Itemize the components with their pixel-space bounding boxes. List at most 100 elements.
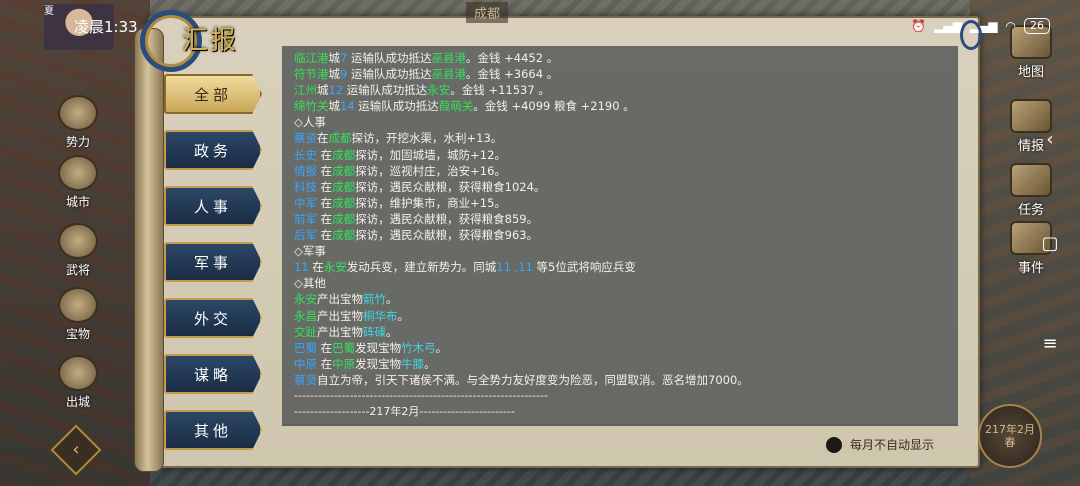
report-segment[interactable]: 巫县港 [431,67,466,81]
auto-show-toggle[interactable]: 每月不自动显示 [826,436,934,453]
report-segment[interactable]: 长史 [294,148,317,162]
report-segment[interactable]: 成都 [332,196,355,210]
report-segment: 在 [317,131,329,146]
tab-diplomacy[interactable]: 外交 [164,298,262,338]
report-segment[interactable]: 砗磲 [363,325,386,339]
report-segment[interactable]: 葭萌关 [439,99,474,113]
nav-back-icon[interactable]: ‹ [1040,130,1060,150]
report-segment: 在 [317,179,333,194]
report-segment[interactable]: 永安 [427,83,450,97]
report-segment[interactable]: 蔡资 [294,131,317,145]
report-line: 永安产出宝物箭竹。 [294,291,958,307]
report-line: 情报 在成都探访，巡视村庄，治安+16。 [294,163,958,179]
report-segment[interactable]: 巫县港 [431,51,466,65]
report-line: 江州城12 运输队成功抵达永安。金钱 +11537 。 [294,82,958,98]
radio-dot-icon[interactable] [826,436,842,453]
report-segment: 在 [317,356,333,371]
report-segment[interactable]: 永昌 [294,309,317,323]
report-line: ◇军事 [294,243,958,259]
report-segment[interactable]: 11 ,11 [496,260,533,274]
report-segment[interactable]: 巴蜀 [294,341,317,355]
report-segment[interactable]: 前军 [294,212,317,226]
report-segment: ◇其他 [294,276,326,291]
menu-general-button[interactable]: 武将 [52,216,104,278]
menu-task-button[interactable]: 任务 [1006,158,1056,218]
report-segment[interactable]: 箭竹 [363,292,386,306]
city-icon [58,155,98,191]
tab-strategy[interactable]: 谋略 [164,354,262,394]
report-segment[interactable]: 永安 [324,260,347,274]
report-segment: 探访，加固城墙，城防+12。 [355,147,506,162]
report-lines: 临江港城7 运输队成功抵达巫县港。金钱 +4452 。符节港城9 运输队成功抵达… [294,50,958,388]
report-segment: 探访，巡视村庄，治安+16。 [355,163,506,178]
report-line: 绵竹关城14 运输队成功抵达葭萌关。金钱 +4099 粮食 +2190 。 [294,98,958,114]
report-segment[interactable]: 临江港 [294,51,329,65]
report-line: 科技 在成都探访，遇民众献粮，获得粮食1024。 [294,179,958,195]
report-segment[interactable]: 符节港 [294,67,329,81]
report-segment[interactable]: 竹木弓 [401,341,436,355]
report-line: 11 在永安发动兵变，建立新势力。同城11 ,11 等5位武将响应兵变 [294,259,958,275]
report-segment[interactable]: 巴蜀 [332,341,355,355]
report-segment[interactable]: 江州 [294,83,317,97]
report-segment[interactable]: 成都 [332,228,355,242]
report-segment[interactable]: 蔡贤 [294,373,317,387]
report-segment[interactable]: 牛膝 [401,357,424,371]
report-segment: 探访，遇民众献粮，获得粮食859。 [355,211,539,226]
report-segment[interactable]: 成都 [329,131,352,145]
report-title: 汇报 [140,8,260,72]
report-segment[interactable]: 科技 [294,180,317,194]
close-icon[interactable] [960,20,982,50]
tab-affairs[interactable]: 政务 [164,130,262,170]
report-segment: 在 [317,163,333,178]
tab-all[interactable]: 全部 [164,74,262,114]
report-segment[interactable]: 交趾 [294,325,317,339]
menu-city-button[interactable]: 城市 [52,148,104,210]
report-line: 蔡贤自立为帝，引天下诸侯不满。与全势力友好度变为险恶，同盟取消。恶名增加7000… [294,372,958,388]
report-segment: 城 [328,67,341,82]
report-segment[interactable]: 14 [340,99,355,113]
tab-military[interactable]: 军事 [164,242,262,282]
alarm-icon: ⏰ [911,19,927,33]
menu-treasure-button[interactable]: 宝物 [52,280,104,342]
report-segment[interactable]: 11 [294,260,309,274]
report-line: 长史 在成都探访，加固城墙，城防+12。 [294,147,958,163]
report-segment: 。金钱 +3664 。 [465,67,559,82]
report-segment[interactable]: 12 [329,83,344,97]
report-segment: 城 [328,99,341,114]
report-segment: 在 [317,340,333,355]
report-segment: 。 [424,356,436,371]
report-line: 交趾产出宝物砗磲。 [294,324,958,340]
report-segment[interactable]: 成都 [332,180,355,194]
report-segment: 在 [317,195,333,210]
separator-line: ----------------------------------------… [294,388,549,402]
report-segment: 探访，遇民众献粮，获得粮食963。 [355,228,539,243]
report-segment: 等5位武将响应兵变 [532,260,636,275]
menu-faction-button[interactable]: 势力 [52,88,104,150]
report-segment: 产出宝物 [317,324,363,339]
report-segment: 。金钱 +4452 。 [465,51,559,65]
report-segment[interactable]: 绵竹关 [294,99,329,113]
report-segment: 在 [317,147,333,162]
report-segment[interactable]: 永安 [294,292,317,306]
report-segment: 在 [308,260,324,275]
clock: 凌晨1:33 [74,17,138,36]
report-segment[interactable]: 成都 [332,164,355,178]
report-segment[interactable]: 中原 [294,357,317,371]
report-segment: 产出宝物 [317,308,363,323]
report-segment[interactable]: 成都 [332,148,355,162]
report-line: ◇人事 [294,114,958,130]
report-segment[interactable]: 中军 [294,196,317,210]
tab-other[interactable]: 其他 [164,410,262,450]
task-icon [1010,163,1052,197]
report-segment: 在 [317,211,333,226]
report-segment[interactable]: 中原 [332,357,355,371]
report-segment[interactable]: 桐华布 [363,309,398,323]
report-segment[interactable]: 后军 [294,228,317,242]
report-segment[interactable]: 情报 [294,164,317,178]
report-log[interactable]: 临江港城7 运输队成功抵达巫县港。金钱 +4452 。符节港城9 运输队成功抵达… [282,46,958,426]
tab-personnel[interactable]: 人事 [164,186,262,226]
nav-home-icon[interactable]: ▢ [1040,234,1060,254]
menu-sortie-button[interactable]: 出城 [52,348,104,410]
report-segment[interactable]: 成都 [332,212,355,226]
nav-menu-icon[interactable]: ≡ [1040,334,1060,354]
